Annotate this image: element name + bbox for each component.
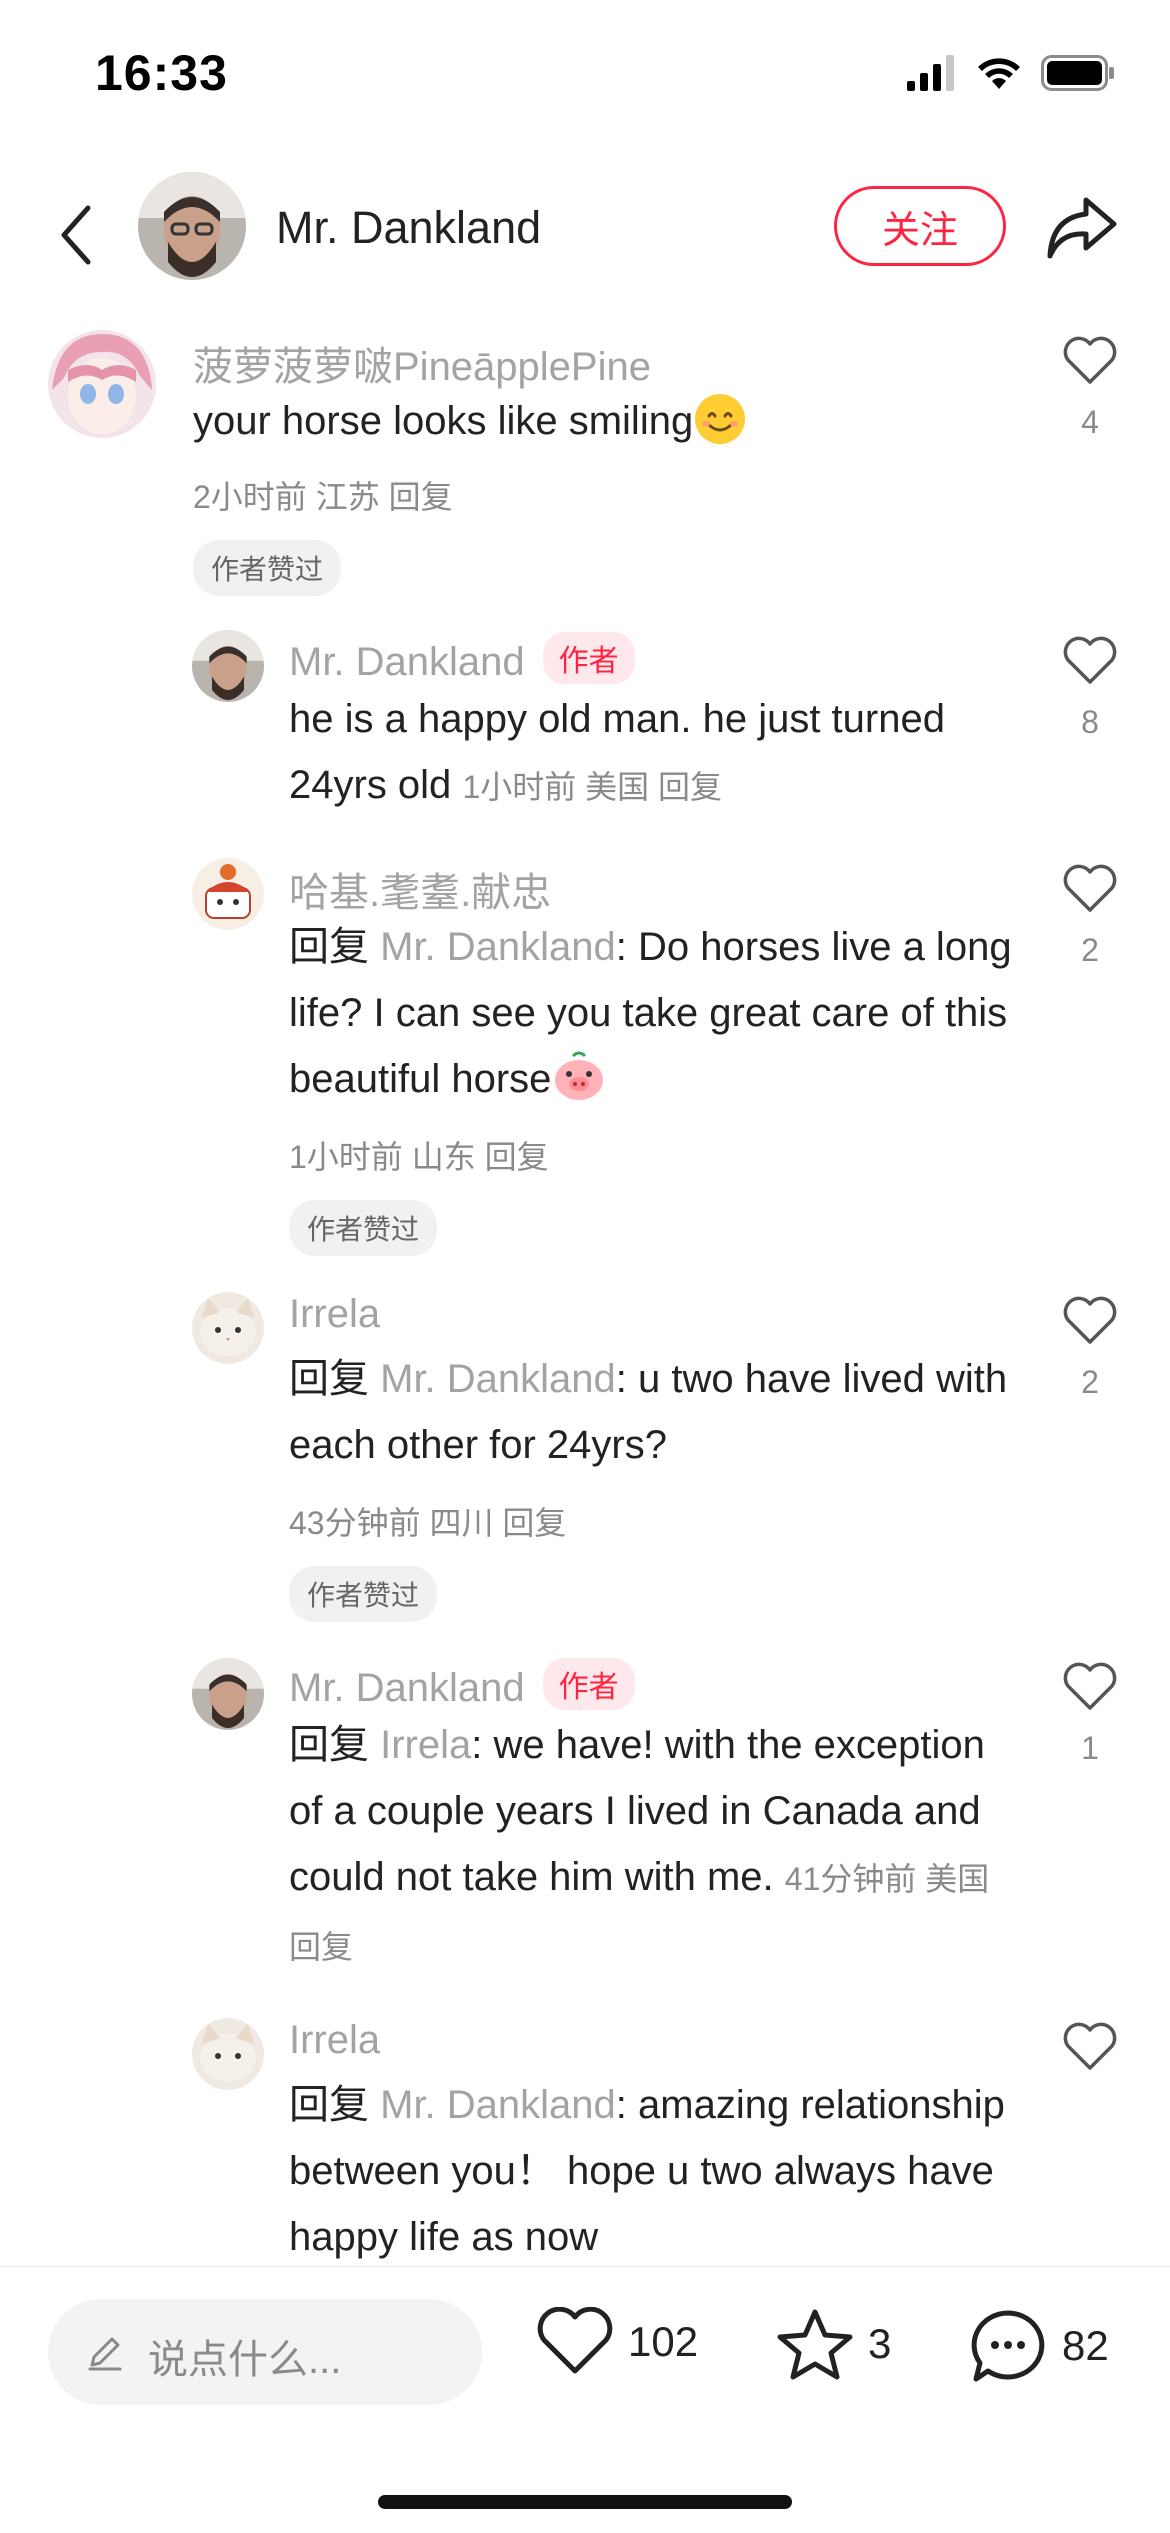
comment-meta[interactable]: 43分钟前 四川 回复 (289, 1498, 566, 1544)
commenter-avatar[interactable] (192, 858, 264, 930)
reply-to-name[interactable]: Mr. Dankland (380, 925, 616, 969)
home-indicator[interactable] (378, 2495, 792, 2509)
status-bar: 16:33 (0, 0, 1170, 150)
reply-item: Irrela 回复 Mr. Dankland: amazing relation… (0, 2016, 1170, 2266)
author-name[interactable]: Mr. Dankland (276, 202, 541, 254)
comment-text: 回复 Mr. Dankland: u two have lived with e… (289, 1357, 1008, 1467)
comment-text: 回复 Mr. Dankland: amazing relationship be… (289, 2083, 1005, 2259)
comment-text: he is a happy old man. he just turned 24… (289, 697, 945, 807)
follow-button[interactable]: 关注 (834, 186, 1006, 266)
commenter-name[interactable]: Irrela (289, 1292, 380, 1337)
comment-like-count: 2 (1081, 1364, 1099, 1400)
comment-text: 回复 Mr. Dankland: Do horses live a long l… (289, 914, 1029, 1112)
comment-like-count: 8 (1081, 704, 1099, 740)
post-header: Mr. Dankland 关注 (0, 160, 1170, 300)
commenter-avatar[interactable] (192, 2018, 264, 2090)
bottom-action-bar: 说点什么... 102 3 82 (0, 2266, 1170, 2533)
back-icon[interactable] (52, 200, 102, 270)
author-liked-badge: 作者赞过 (289, 1566, 438, 1622)
heart-icon (1063, 636, 1117, 684)
comment-like-button[interactable] (1062, 636, 1122, 686)
comment-like-count: 1 (1081, 1730, 1099, 1766)
smiling-face-emoji-icon (695, 394, 746, 444)
like-count: 102 (628, 2318, 699, 2365)
comment-meta[interactable]: 2小时前 江苏 回复 (193, 472, 453, 518)
comment-like-button[interactable] (1062, 864, 1122, 914)
commenter-name[interactable]: 哈基.耄耋.献忠 (289, 860, 551, 918)
comment-button[interactable]: 82 (968, 2307, 1109, 2385)
star-icon (777, 2309, 853, 2380)
comment-text: 回复 Irrela: we have! with the exception o… (289, 1723, 990, 1965)
heart-icon (1063, 1296, 1117, 1344)
comment-like-count: 4 (1081, 404, 1099, 440)
commenter-avatar[interactable] (192, 1658, 264, 1730)
commenter-name[interactable]: Irrela (289, 2018, 380, 2063)
favorite-button[interactable]: 3 (776, 2307, 891, 2381)
commenter-name[interactable]: Mr. Dankland 作者 (289, 1658, 635, 1711)
commenter-name[interactable]: Mr. Dankland 作者 (289, 632, 635, 685)
comment-meta[interactable]: 1小时前 山东 回复 (289, 1132, 549, 1178)
heart-icon (1063, 1662, 1117, 1710)
comment-like-button[interactable] (1062, 1662, 1122, 1712)
favorite-count: 3 (868, 2320, 892, 2367)
like-button[interactable]: 102 (536, 2307, 698, 2377)
comment-text: your horse looks like smiling (193, 388, 1013, 454)
author-tag: 作者 (542, 632, 635, 684)
comment-bubble-icon (971, 2310, 1045, 2382)
comment-like-button[interactable] (1062, 336, 1122, 386)
author-liked-badge: 作者赞过 (289, 1200, 438, 1256)
status-time: 16:33 (95, 45, 228, 101)
surprised-pig-emoji-icon (555, 1051, 604, 1100)
heart-icon (1063, 864, 1117, 912)
comment-like-button[interactable] (1062, 2022, 1122, 2072)
heart-icon (1063, 2022, 1117, 2070)
commenter-name[interactable]: 菠萝菠萝啵PineāpplePine (193, 334, 651, 392)
commenter-avatar[interactable] (192, 630, 264, 702)
comment-input-placeholder: 说点什么... (148, 2338, 342, 2382)
reply-to-name[interactable]: Irrela (380, 1723, 471, 1767)
comment-input[interactable]: 说点什么... (48, 2299, 482, 2405)
battery-icon (1041, 55, 1114, 91)
pencil-icon (88, 2337, 122, 2371)
share-icon[interactable] (1046, 194, 1118, 260)
comment-like-count: 2 (1081, 932, 1099, 968)
author-liked-badge: 作者赞过 (193, 540, 342, 596)
comment-like-button[interactable] (1062, 1296, 1122, 1346)
author-tag: 作者 (542, 1658, 635, 1710)
commenter-avatar[interactable] (192, 1292, 264, 1364)
author-avatar[interactable] (138, 172, 246, 280)
comment-count: 82 (1062, 2322, 1109, 2369)
wifi-icon (978, 58, 1020, 89)
comment-meta[interactable]: 1小时前 美国 回复 (462, 769, 722, 805)
reply-to-name[interactable]: Mr. Dankland (380, 1357, 616, 1401)
heart-icon (1063, 336, 1117, 384)
reply-to-name[interactable]: Mr. Dankland (380, 2083, 616, 2127)
signal-icon (907, 55, 954, 91)
heart-icon (537, 2307, 613, 2374)
commenter-avatar[interactable] (48, 330, 156, 438)
